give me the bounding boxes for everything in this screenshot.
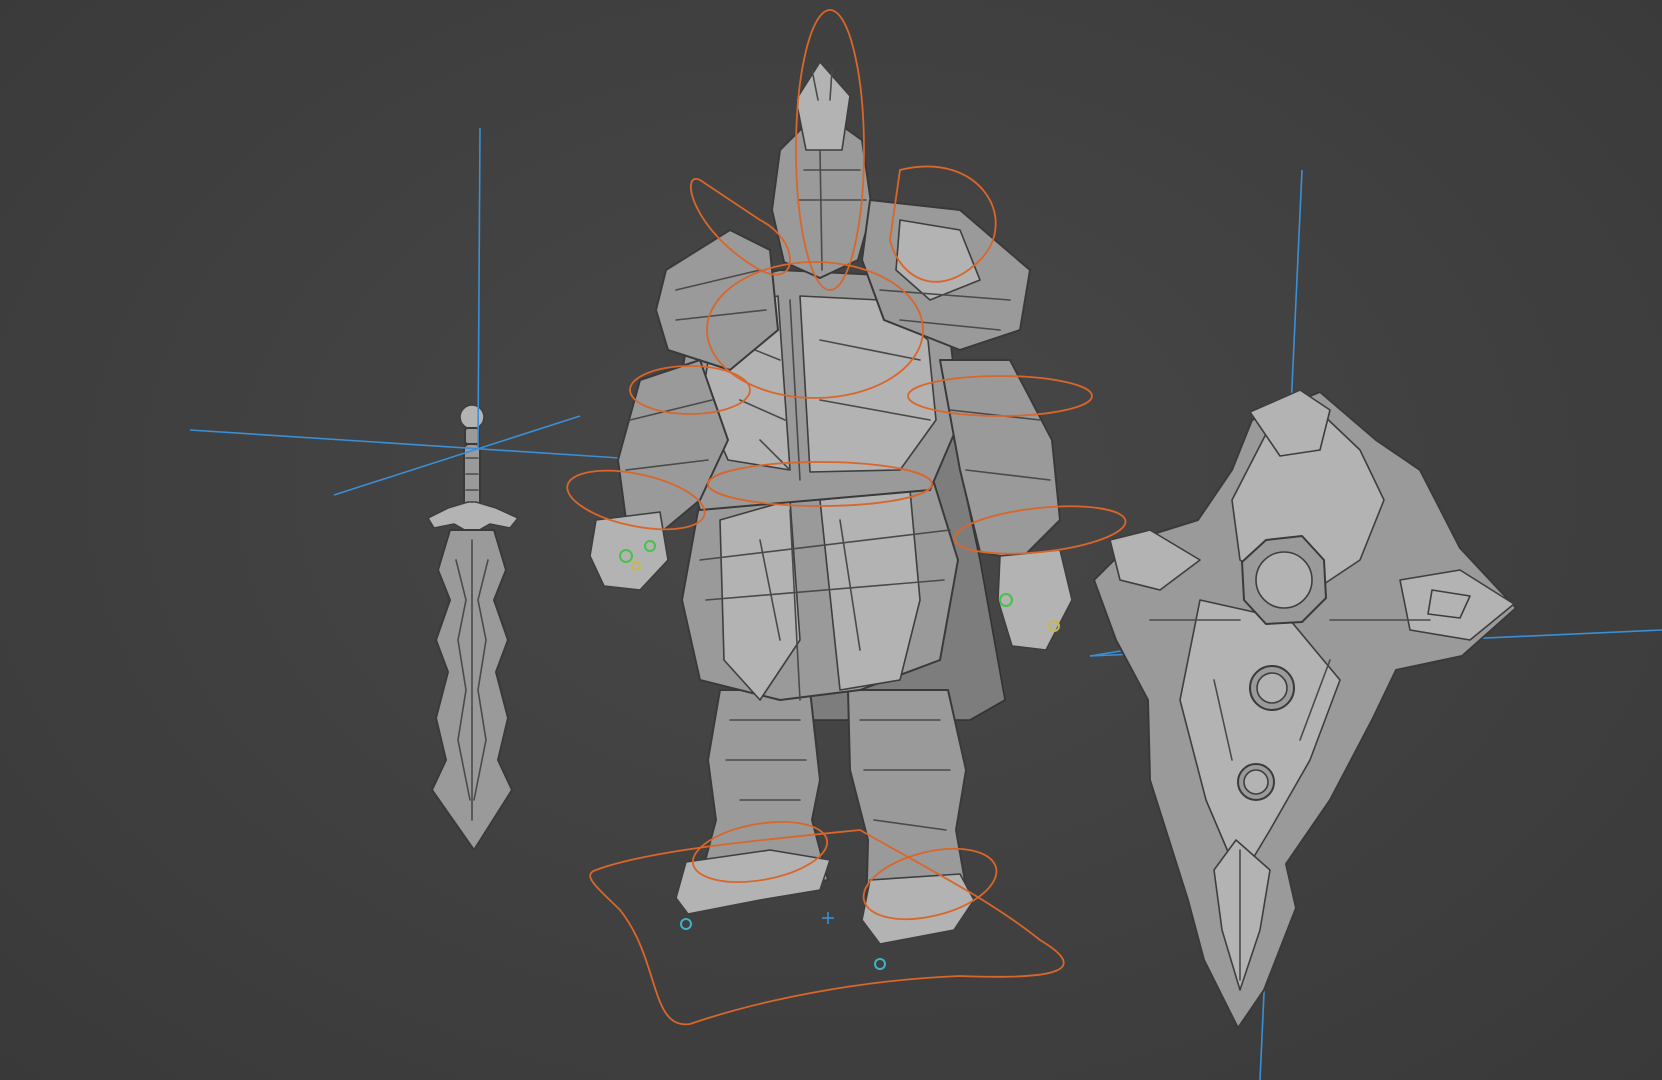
world-origin-icon	[822, 912, 834, 924]
pivot-axis-icon	[189, 127, 621, 496]
shield-prop[interactable]	[1089, 169, 1662, 1080]
3d-viewport[interactable]	[0, 0, 1662, 1080]
sword-prop[interactable]	[189, 127, 621, 851]
knight-character[interactable]	[562, 9, 1128, 1026]
